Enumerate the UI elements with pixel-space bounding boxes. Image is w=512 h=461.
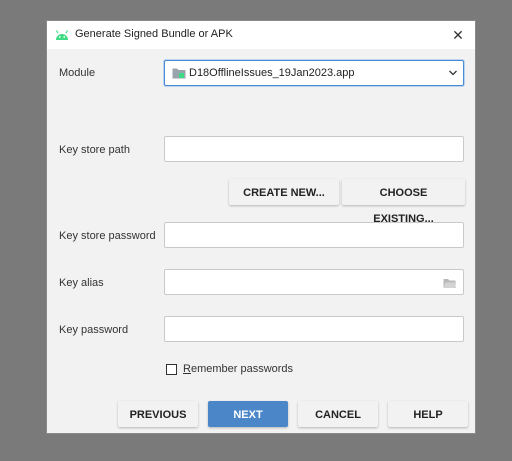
module-select[interactable]: D18OfflineIssues_19Jan2023.app bbox=[164, 60, 464, 86]
folder-icon[interactable] bbox=[443, 277, 457, 289]
chevron-down-icon bbox=[448, 68, 458, 78]
help-button[interactable]: HELP bbox=[388, 401, 468, 427]
choose-existing-button[interactable]: CHOOSE EXISTING... bbox=[342, 179, 465, 225]
key-store-path-field[interactable] bbox=[164, 136, 464, 162]
android-icon bbox=[55, 29, 69, 41]
dialog-title: Generate Signed Bundle or APK bbox=[75, 28, 233, 40]
generate-signed-bundle-dialog: Generate Signed Bundle or APK ✕ Module D… bbox=[46, 20, 476, 434]
close-icon: ✕ bbox=[452, 27, 464, 43]
key-alias-field[interactable] bbox=[164, 269, 464, 295]
previous-button[interactable]: PREVIOUS bbox=[118, 401, 198, 427]
close-button[interactable]: ✕ bbox=[447, 24, 469, 46]
remember-passwords-checkbox[interactable] bbox=[166, 364, 177, 375]
key-store-password-label: Key store password bbox=[59, 230, 156, 242]
key-password-label: Key password bbox=[59, 324, 129, 336]
module-label: Module bbox=[59, 67, 96, 79]
key-alias-label: Key alias bbox=[59, 277, 104, 289]
remember-passwords-mnemonic: R bbox=[183, 363, 191, 375]
remember-passwords-label-rest: emember passwords bbox=[190, 363, 294, 375]
next-button[interactable]: NEXT bbox=[208, 401, 288, 427]
create-new-button[interactable]: CREATE NEW... bbox=[229, 179, 339, 205]
module-select-value: D18OfflineIssues_19Jan2023.app bbox=[189, 67, 355, 79]
key-store-path-label: Key store path bbox=[59, 144, 130, 156]
key-password-field[interactable] bbox=[164, 316, 464, 342]
key-store-password-field[interactable] bbox=[164, 222, 464, 248]
cancel-button[interactable]: CANCEL bbox=[298, 401, 378, 427]
remember-passwords-label[interactable]: Remember passwords bbox=[183, 363, 293, 375]
module-folder-icon bbox=[172, 67, 186, 79]
title-bar: Generate Signed Bundle or APK ✕ bbox=[47, 21, 475, 49]
